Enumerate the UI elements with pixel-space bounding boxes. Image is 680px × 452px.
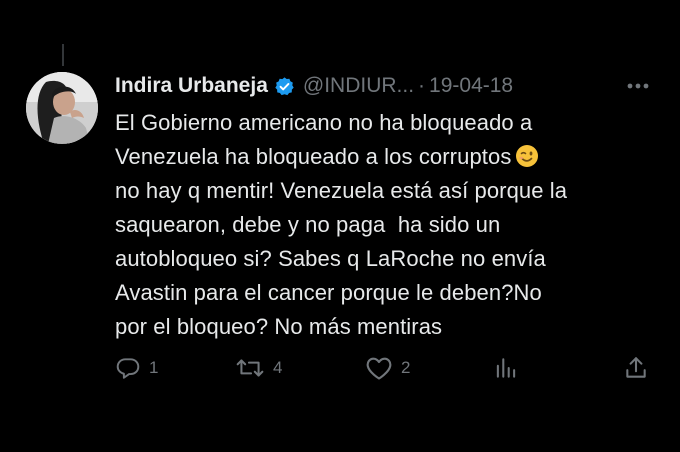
retweet-count: 4 bbox=[273, 358, 283, 377]
tweet-text-line: Venezuela ha bloqueado a los corruptos bbox=[115, 144, 512, 169]
tweet-text-line: saquearon, debe y no paga ha sido un bbox=[115, 212, 501, 237]
reply-icon bbox=[115, 355, 141, 381]
heart-icon bbox=[365, 355, 393, 381]
tweet-text: El Gobierno americano no ha bloqueado a … bbox=[115, 106, 660, 344]
tweet-actions-bar: 1 4 2 bbox=[115, 352, 660, 384]
tweet-text-line: El Gobierno americano no ha bloqueado a bbox=[115, 110, 533, 135]
more-horizontal-icon[interactable] bbox=[618, 74, 658, 98]
header-separator: · bbox=[418, 74, 426, 97]
tweet-text-line: no hay q mentir! Venezuela está así porq… bbox=[115, 178, 568, 203]
profile-photo-icon bbox=[26, 72, 98, 144]
tweet-text-line-with-emoji: Venezuela ha bloqueado a los corruptos bbox=[115, 140, 660, 174]
reply-count: 1 bbox=[149, 358, 159, 377]
verified-badge-icon bbox=[274, 76, 295, 97]
views-icon bbox=[493, 355, 519, 381]
like-count: 2 bbox=[401, 358, 411, 377]
tweet-text-line: Avastin para el cancer porque le deben?N… bbox=[115, 280, 542, 305]
views-button[interactable] bbox=[493, 352, 519, 384]
tweet-text-line: autobloqueo si? Sabes q LaRoche no envía bbox=[115, 246, 546, 271]
share-icon bbox=[623, 355, 649, 381]
retweet-icon bbox=[235, 355, 265, 381]
retweet-button[interactable]: 4 bbox=[235, 352, 282, 384]
tweet-date[interactable]: 19-04-18 bbox=[429, 74, 513, 98]
share-button[interactable] bbox=[623, 352, 649, 384]
like-button[interactable]: 2 bbox=[365, 352, 410, 384]
reply-button[interactable]: 1 bbox=[115, 352, 158, 384]
winking-face-emoji-icon bbox=[515, 144, 539, 168]
thread-connector-line bbox=[62, 44, 64, 66]
tweet-text-line: por el bloqueo? No más mentiras bbox=[115, 314, 443, 339]
tweet-header: Indira Urbaneja @INDIUR... · 19-04-18 bbox=[115, 68, 513, 104]
author-display-name[interactable]: Indira Urbaneja bbox=[115, 74, 268, 98]
author-handle[interactable]: @INDIUR... bbox=[303, 74, 414, 98]
author-avatar[interactable] bbox=[26, 72, 98, 144]
